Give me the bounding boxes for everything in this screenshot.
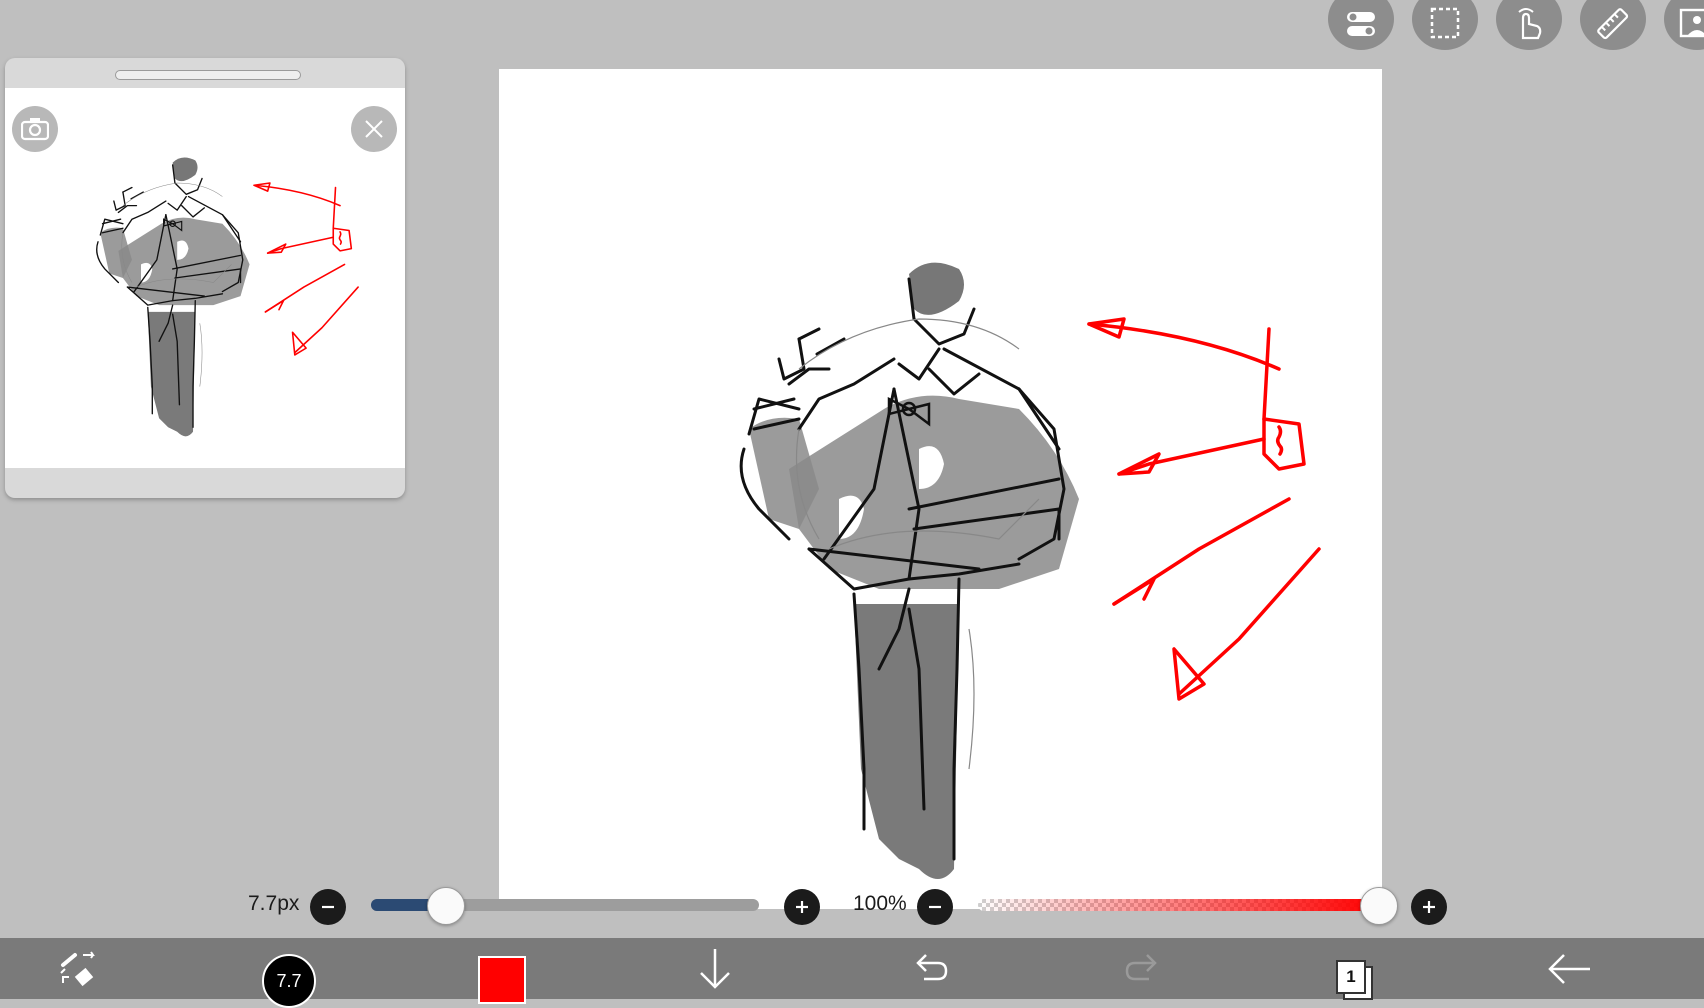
minus-icon — [322, 905, 334, 909]
brush-size-preview-button[interactable]: 7.7 — [262, 954, 316, 1008]
red-arrows-sketch — [1087, 317, 1321, 701]
hand-icon — [1518, 8, 1542, 40]
brush-eraser-switch-icon — [60, 950, 95, 986]
image-icon — [1679, 8, 1704, 38]
close-icon — [365, 120, 383, 138]
sketch-artwork — [739, 262, 1321, 879]
reference-window-drag-handle[interactable] — [115, 70, 301, 80]
plus-icon — [1423, 901, 1435, 913]
back-icon — [1548, 953, 1590, 984]
download-icon — [700, 948, 730, 989]
red-arrows-sketch — [253, 182, 359, 356]
brush-size-slider-thumb[interactable] — [426, 887, 465, 925]
figure-sketch — [96, 157, 250, 437]
brush-size-decrease-button[interactable] — [310, 889, 346, 925]
brush-size-increase-button[interactable] — [784, 889, 820, 925]
brush-eraser-switch-button[interactable] — [50, 938, 106, 999]
opacity-increase-button[interactable] — [1411, 889, 1447, 925]
layer-count: 1 — [1346, 967, 1356, 986]
color-swatch-button[interactable] — [478, 956, 526, 1004]
image-button[interactable] — [1664, 0, 1704, 50]
toggle-settings-icon — [1347, 12, 1375, 36]
layers-button[interactable]: 1 — [1336, 960, 1366, 994]
opacity-slider[interactable] — [978, 899, 1378, 911]
redo-icon — [1125, 953, 1157, 980]
redo-button[interactable] — [1118, 938, 1168, 999]
opacity-slider-thumb[interactable] — [1360, 887, 1398, 925]
toggle-settings-button[interactable] — [1328, 0, 1394, 50]
ruler-icon — [1597, 8, 1629, 40]
hand-tool-button[interactable] — [1496, 0, 1562, 50]
brush-size-label: 7.7px — [248, 892, 300, 915]
brush-size-preview-label: 7.7 — [276, 971, 302, 991]
close-reference-button[interactable] — [351, 106, 397, 152]
selection-icon — [1430, 7, 1460, 39]
drawing-canvas[interactable] — [499, 69, 1382, 909]
camera-button[interactable] — [12, 106, 58, 152]
download-button[interactable] — [690, 938, 740, 999]
undo-icon — [916, 953, 948, 980]
opacity-decrease-button[interactable] — [917, 889, 953, 925]
reference-preview — [5, 88, 405, 468]
opacity-label: 100% — [853, 892, 907, 915]
reference-sketch-thumbnail — [96, 157, 359, 437]
undo-button[interactable] — [905, 938, 955, 999]
minus-icon — [929, 905, 941, 909]
camera-icon — [21, 118, 49, 141]
reference-window[interactable] — [5, 58, 405, 498]
figure-sketch — [739, 262, 1079, 879]
bottom-toolbar — [0, 938, 1704, 999]
back-button[interactable] — [1540, 938, 1600, 999]
ruler-button[interactable] — [1580, 0, 1646, 50]
plus-icon — [796, 901, 808, 913]
selection-button[interactable] — [1412, 0, 1478, 50]
